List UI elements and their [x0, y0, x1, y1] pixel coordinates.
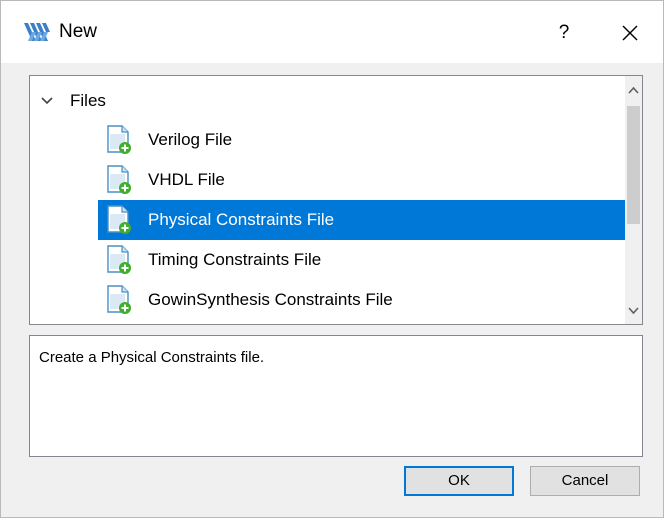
new-file-dialog: New ? Files Verilog File VHDL File Physi…	[0, 0, 664, 518]
cancel-button[interactable]: Cancel	[530, 466, 640, 496]
chevron-down-icon[interactable]	[40, 94, 54, 108]
scroll-up-icon[interactable]	[625, 82, 642, 99]
close-icon	[622, 25, 638, 41]
description-text: Create a Physical Constraints file.	[39, 349, 265, 366]
scrollbar-thumb[interactable]	[627, 106, 640, 224]
tree-item-verilog-file[interactable]: Verilog File	[98, 120, 625, 160]
scroll-down-icon[interactable]	[625, 302, 642, 319]
tree-item-timing-constraints-file[interactable]: Timing Constraints File	[98, 240, 625, 280]
tree-item-partial[interactable]	[98, 320, 625, 324]
tree-scrollbar[interactable]	[625, 76, 642, 324]
tree-item-physical-constraints-file[interactable]: Physical Constraints File	[98, 200, 625, 240]
tree-root-files[interactable]: Files	[36, 88, 236, 114]
title-bar[interactable]: New ?	[1, 1, 663, 63]
tree-item-label: Verilog File	[148, 130, 233, 149]
gowin-logo-icon	[24, 23, 50, 41]
new-file-icon	[107, 165, 131, 194]
tree-item-label: Physical Constraints File	[148, 210, 335, 229]
tree-item-label: VHDL File	[148, 170, 225, 189]
close-button[interactable]	[607, 13, 653, 53]
file-type-tree[interactable]: Files Verilog File VHDL File Physical Co…	[29, 75, 643, 325]
tree-item-label: Timing Constraints File	[148, 250, 322, 269]
ok-button[interactable]: OK	[404, 466, 514, 496]
help-button[interactable]: ?	[541, 13, 587, 53]
tree-item-label: GowinSynthesis Constraints File	[148, 290, 393, 309]
tree-item-vhdl-file[interactable]: VHDL File	[98, 160, 625, 200]
new-file-icon	[107, 125, 131, 154]
new-file-icon	[107, 245, 131, 274]
tree-item-gowinsynthesis-constraints-file[interactable]: GowinSynthesis Constraints File	[98, 280, 625, 320]
new-file-icon	[107, 285, 131, 314]
window-title: New	[59, 21, 98, 42]
new-file-icon	[107, 205, 131, 234]
tree-root-label: Files	[70, 91, 106, 110]
description-panel: Create a Physical Constraints file.	[29, 335, 643, 457]
